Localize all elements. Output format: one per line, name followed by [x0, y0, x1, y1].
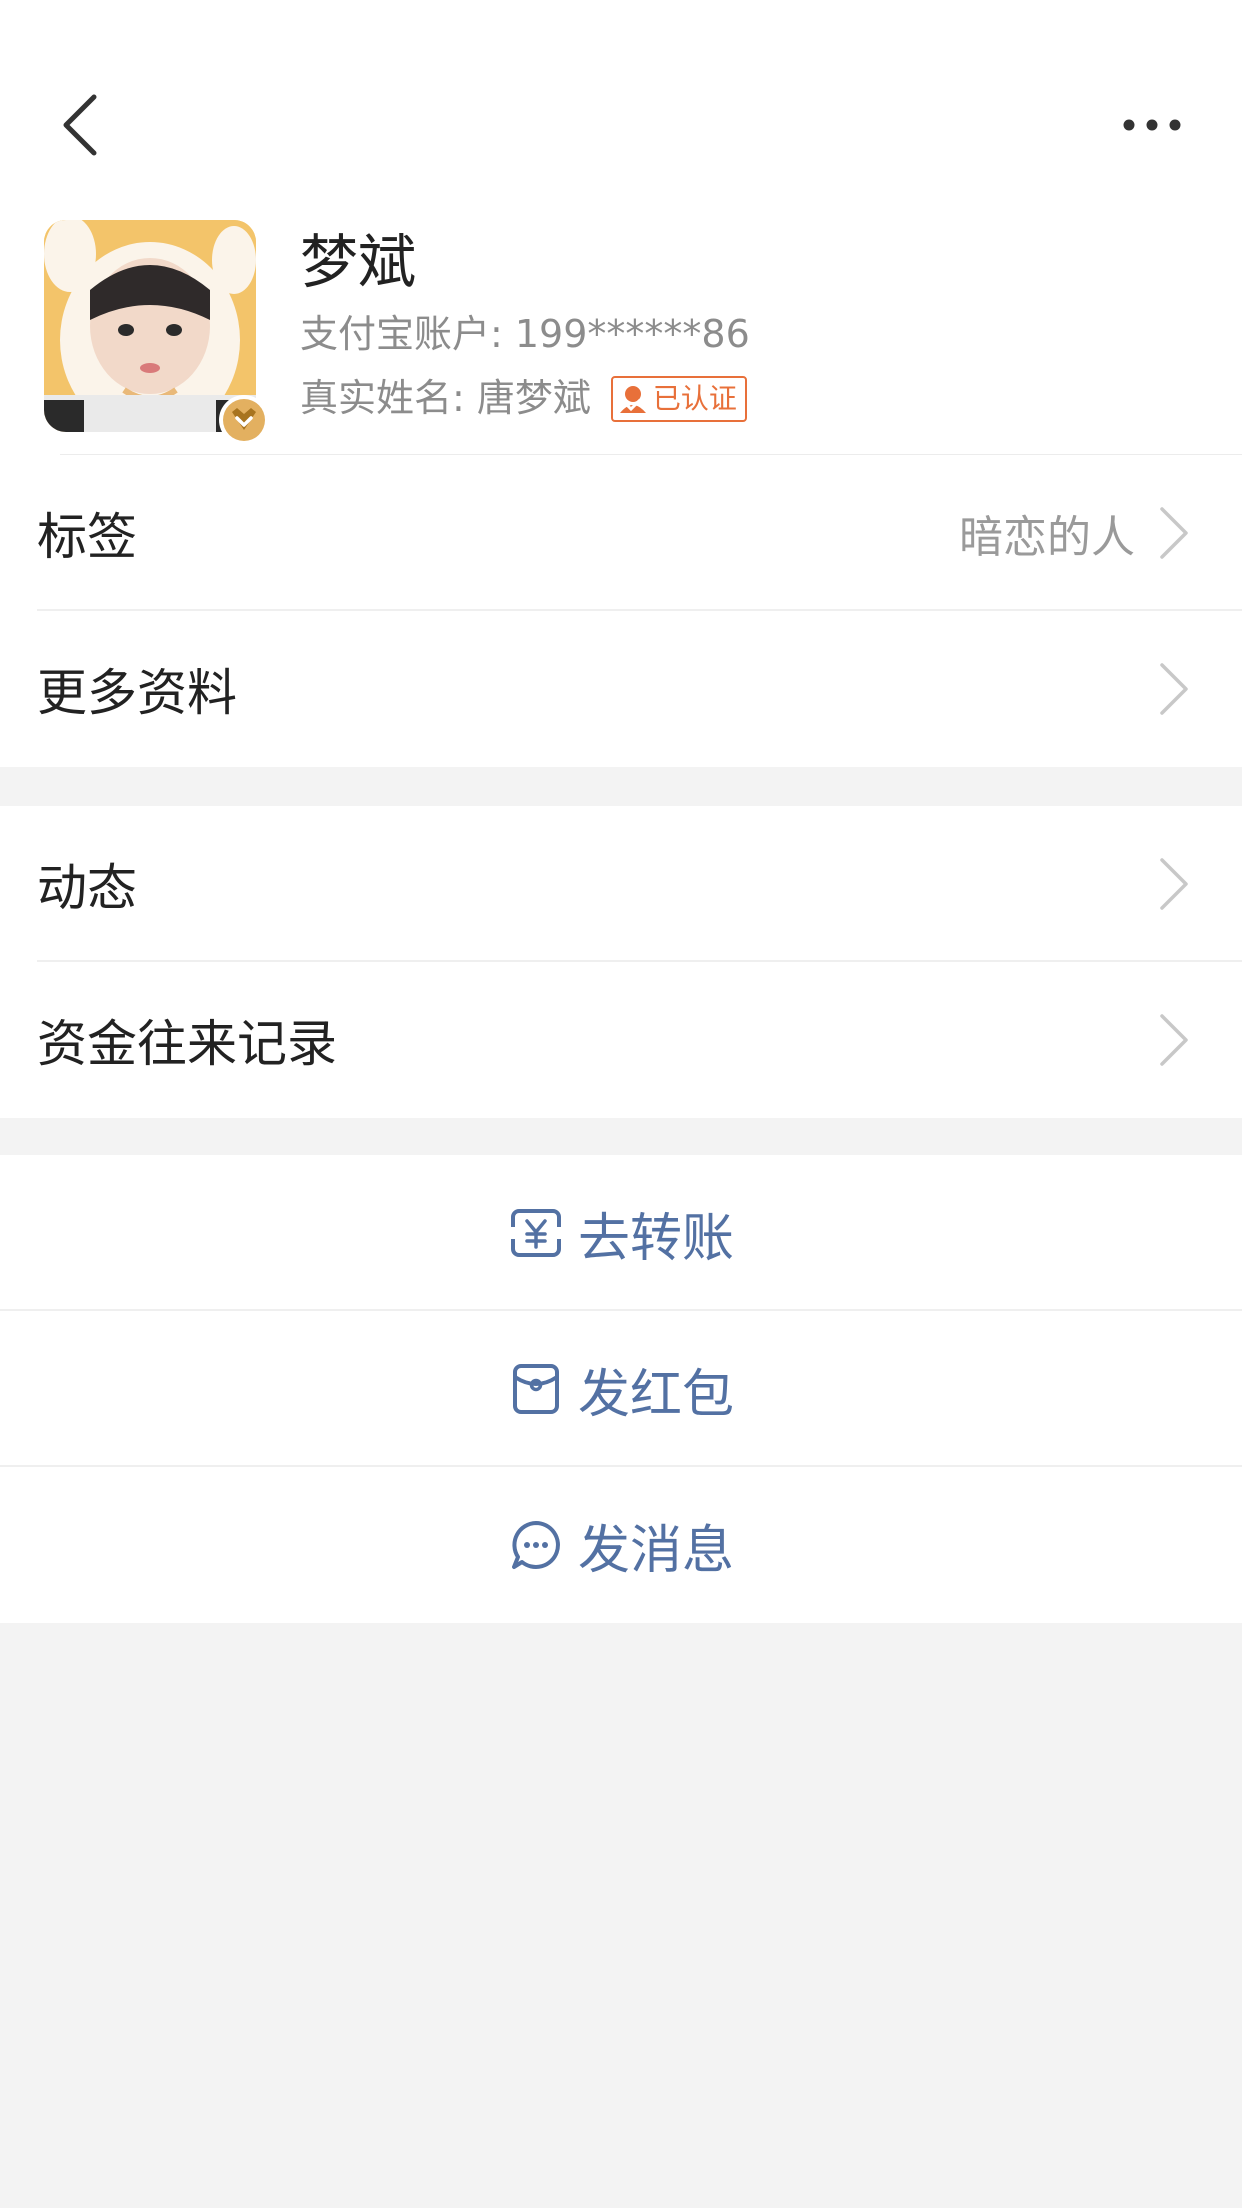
row-tag-label: 标签: [37, 508, 137, 566]
navigation-bar: [0, 0, 1242, 210]
chevron-right-icon: [1160, 663, 1188, 715]
avatar-container[interactable]: [44, 220, 269, 445]
row-fund-records[interactable]: 资金往来记录: [0, 962, 1242, 1118]
send-message-label: 发消息: [577, 1520, 734, 1581]
chat-bubble-icon: [511, 1521, 560, 1569]
gold-member-badge-icon: [219, 395, 269, 445]
chevron-left-icon: [63, 94, 97, 156]
more-options-button[interactable]: [1102, 90, 1202, 160]
real-name: 真实姓名: 唐梦斌: [300, 376, 591, 421]
red-packet-label: 发红包: [577, 1364, 734, 1425]
row-moments[interactable]: 动态: [0, 806, 1242, 962]
send-message-button[interactable]: 发消息: [0, 1467, 1242, 1623]
more-horizontal-icon: [1123, 119, 1181, 131]
yuan-transfer-icon: [509, 1209, 562, 1257]
row-moments-label: 动态: [37, 859, 137, 917]
alipay-account: 支付宝账户: 199******86: [300, 312, 750, 356]
real-name-line: 真实姓名: 唐梦斌 已认证: [300, 376, 747, 422]
red-envelope-icon: [512, 1364, 559, 1414]
transfer-label: 去转账: [577, 1208, 734, 1269]
verified-badge: 已认证: [610, 376, 747, 422]
back-button[interactable]: [40, 80, 120, 170]
row-tag-value: 暗恋的人: [959, 512, 1135, 563]
row-tag[interactable]: 标签 暗恋的人: [0, 455, 1242, 611]
row-more-info-label: 更多资料: [37, 664, 237, 722]
row-fund-records-label: 资金往来记录: [37, 1015, 337, 1073]
profile-header: 梦斌 支付宝账户: 199******86 真实姓名: 唐梦斌 已认证: [0, 210, 1242, 455]
chevron-right-icon: [1160, 1014, 1188, 1066]
verified-person-icon: [619, 386, 646, 413]
profile-name: 梦斌: [300, 228, 417, 296]
chevron-right-icon: [1160, 507, 1188, 559]
row-more-info[interactable]: 更多资料: [0, 611, 1242, 767]
verified-label: 已认证: [652, 382, 737, 416]
chevron-right-icon: [1160, 858, 1188, 910]
transfer-button[interactable]: 去转账: [0, 1155, 1242, 1311]
red-packet-button[interactable]: 发红包: [0, 1311, 1242, 1467]
